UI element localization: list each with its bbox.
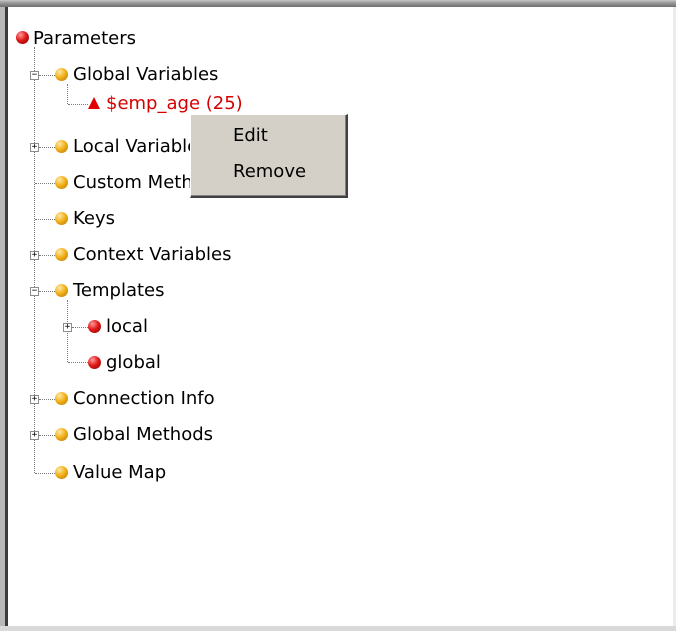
gold-ball-icon [55,466,68,479]
menu-item-remove[interactable]: Remove [191,157,346,187]
red-ball-icon [88,356,101,369]
gold-ball-icon [55,392,68,405]
tree-node-value-map[interactable]: Value Map [73,462,166,484]
tree-node-emp-age[interactable]: $emp_age (25) [106,93,243,115]
menu-item-label: Remove [233,161,307,182]
tree-panel: Parameters − Global Variables $emp_age (… [0,0,676,631]
gold-ball-icon [55,176,68,189]
tree-connector [67,84,68,104]
tree-connector [35,183,55,184]
expand-icon[interactable]: + [30,431,39,440]
tree-node-keys[interactable]: Keys [73,208,115,230]
gold-ball-icon [55,284,68,297]
menu-item-edit[interactable]: Edit [191,121,346,151]
menu-item-label: Edit [233,125,268,146]
tree-connector [39,291,55,292]
tree-node-context-variables[interactable]: Context Variables [73,244,232,266]
tree-connector [35,473,55,474]
tree-connector [39,147,55,148]
gold-ball-icon [55,212,68,225]
warning-triangle-icon [88,97,100,109]
tree-connector [68,104,88,105]
expand-icon[interactable]: + [30,143,39,152]
red-ball-icon [88,320,101,333]
tree-node-local-variables[interactable]: Local Variables [73,136,208,158]
tree-node-templates-global[interactable]: global [106,352,161,374]
expand-icon[interactable]: + [63,323,72,332]
gold-ball-icon [55,68,68,81]
red-ball-icon [16,31,29,44]
parameters-tree: Parameters − Global Variables $emp_age (… [0,0,676,631]
tree-node-templates-local[interactable]: local [106,316,148,338]
tree-connector [39,435,55,436]
collapse-icon[interactable]: − [30,287,39,296]
tree-connector [68,362,88,363]
tree-connector [72,327,88,328]
tree-node-connection-info[interactable]: Connection Info [73,388,215,410]
tree-connector [39,399,55,400]
tree-connector [35,219,55,220]
collapse-icon[interactable]: − [30,71,39,80]
context-menu: Edit Remove [190,114,348,198]
tree-node-templates[interactable]: Templates [73,280,165,302]
tree-connector [34,47,35,473]
gold-ball-icon [55,428,68,441]
gold-ball-icon [55,140,68,153]
expand-icon[interactable]: + [30,395,39,404]
expand-icon[interactable]: + [30,251,39,260]
tree-node-global-variables[interactable]: Global Variables [73,64,218,86]
tree-connector [39,75,55,76]
tree-node-global-methods[interactable]: Global Methods [73,424,213,446]
gold-ball-icon [55,248,68,261]
tree-node-parameters[interactable]: Parameters [33,28,136,50]
tree-connector [39,255,55,256]
